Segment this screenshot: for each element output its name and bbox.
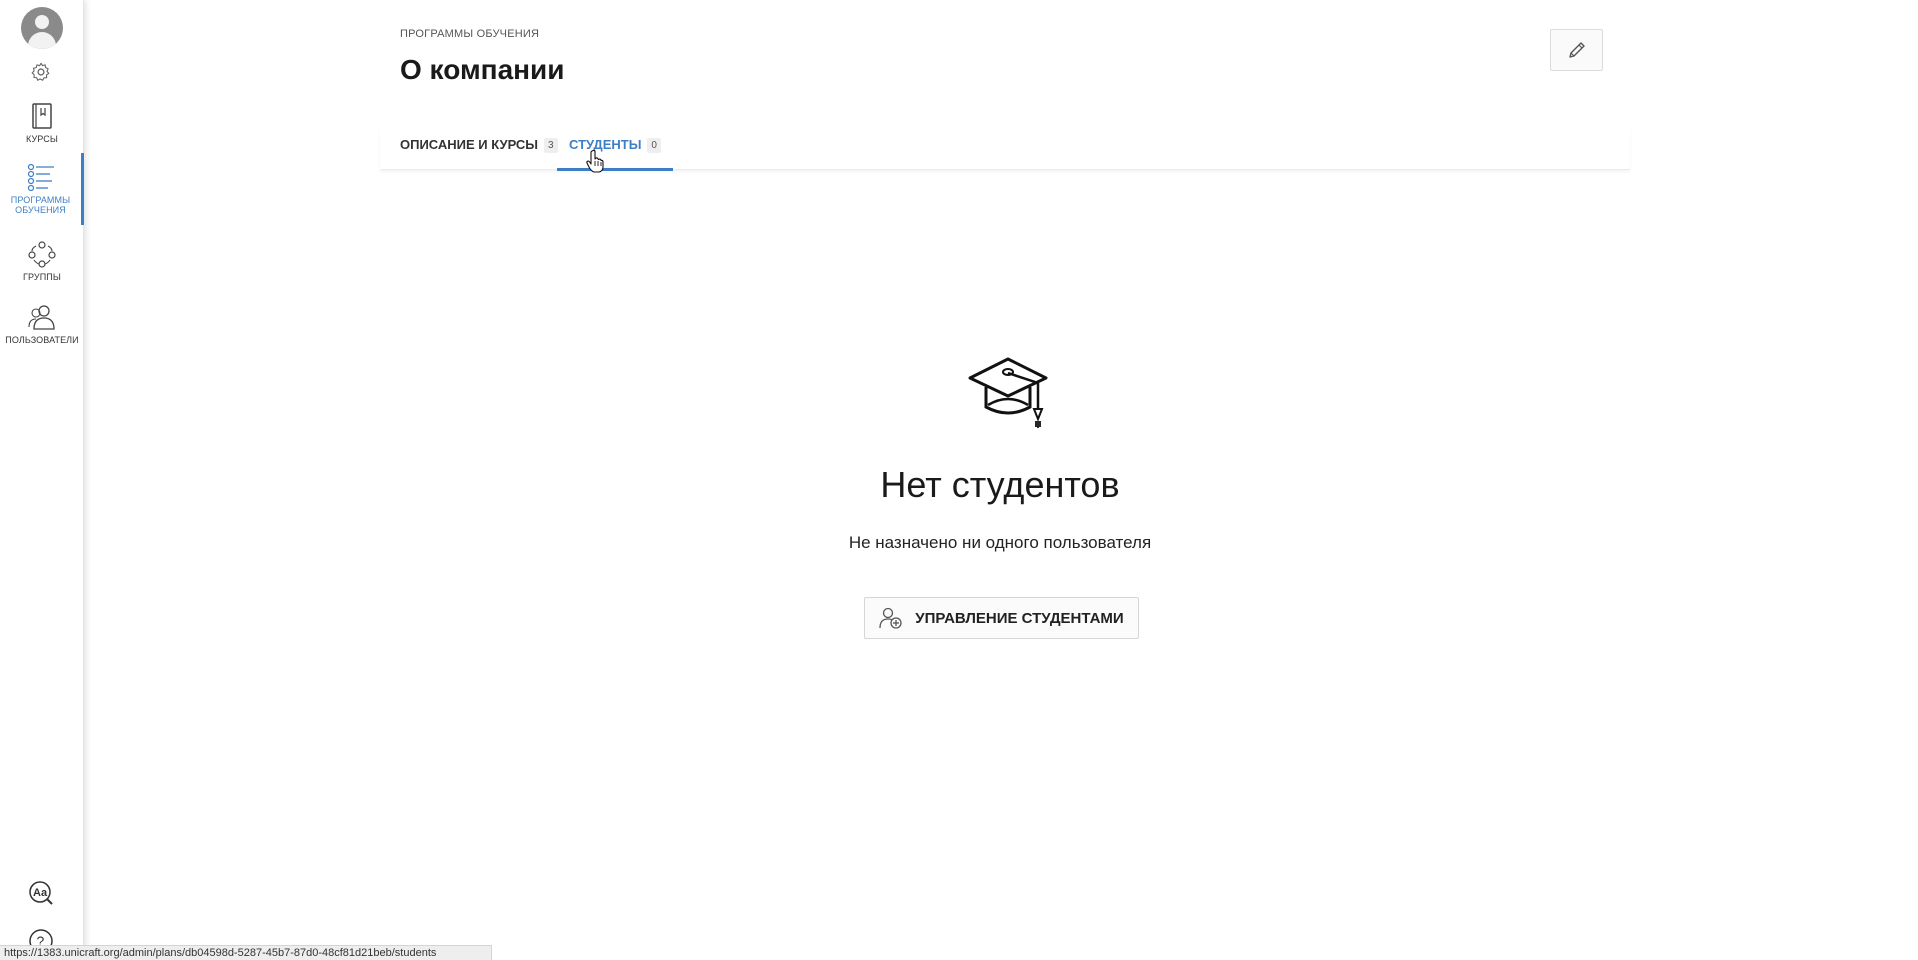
tab-description-courses[interactable]: ОПИСАНИЕ И КУРСЫ 3 [400, 128, 558, 170]
empty-state-subtitle: Не назначено ни одного пользователя [848, 533, 1152, 552]
status-bar-url: https://1383.unicraft.org/admin/plans/db… [0, 945, 492, 960]
tab-label: СТУДЕНТЫ [569, 137, 642, 152]
pencil-icon [1568, 42, 1585, 58]
sidebar-item-label: ПОЛЬЗОВАТЕЛИ [5, 335, 79, 345]
book-icon [32, 103, 52, 129]
manage-students-label: УПРАВЛЕНИЕ СТУДЕНТАМИ [915, 609, 1124, 627]
hand-cursor-icon [586, 149, 604, 173]
gear-icon[interactable] [30, 61, 52, 83]
tab-label: ОПИСАНИЕ И КУРСЫ [400, 137, 539, 152]
group-icon [28, 241, 56, 268]
edit-button[interactable] [1550, 29, 1603, 71]
sidebar-item-groups[interactable]: ГРУППЫ [0, 238, 84, 300]
page-title: О компании [400, 54, 565, 85]
sidebar-item-programs[interactable]: ПРОГРАММЫ ОБУЧЕНИЯ [0, 153, 84, 225]
tab-bar: ОПИСАНИЕ И КУРСЫ 3 СТУДЕНТЫ 0 [380, 128, 1630, 171]
sidebar-item-users[interactable]: ПОЛЬЗОВАТЕЛИ [0, 301, 84, 363]
breadcrumb[interactable]: ПРОГРАММЫ ОБУЧЕНИЯ [400, 28, 539, 40]
graduation-cap-icon [968, 357, 1048, 428]
font-size-icon[interactable]: Aa [28, 880, 54, 906]
empty-state-title: Нет студентов [880, 464, 1120, 505]
users-icon [28, 305, 55, 330]
manage-students-button[interactable]: УПРАВЛЕНИЕ СТУДЕНТАМИ [864, 597, 1139, 639]
add-user-icon [879, 607, 902, 629]
tab-count-badge: 3 [544, 138, 558, 153]
sidebar: КУРСЫ ПРОГРАММЫ ОБУЧЕНИЯ ГРУППЫ ПОЛЬЗОВА… [0, 0, 84, 960]
tab-students[interactable]: СТУДЕНТЫ 0 [557, 128, 673, 171]
svg-text:Aa: Aa [33, 887, 48, 899]
sidebar-item-label: КУРСЫ [26, 134, 58, 144]
list-icon [27, 163, 54, 191]
tab-count-badge: 0 [647, 138, 661, 153]
sidebar-item-label: ГРУППЫ [23, 272, 61, 282]
sidebar-item-label: ПРОГРАММЫ ОБУЧЕНИЯ [10, 195, 71, 215]
avatar[interactable] [21, 7, 63, 49]
